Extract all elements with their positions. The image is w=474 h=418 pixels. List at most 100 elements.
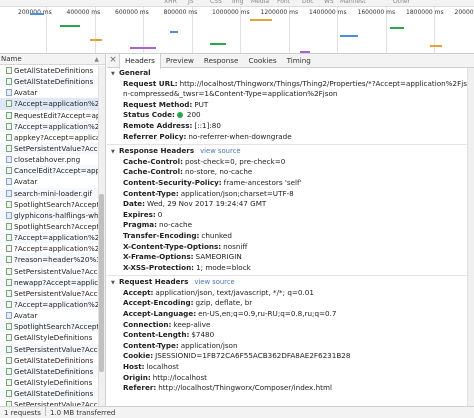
request-row[interactable]: CancelEdit?Accept=application: [0, 165, 105, 177]
network-overview-timeline[interactable]: 200000 ms400000 ms600000 ms800000 ms1000…: [0, 7, 474, 54]
timeline-request-bar: [130, 47, 156, 49]
request-row[interactable]: SpotlightSearch?Accept=application: [0, 221, 105, 232]
header-row: Remote Address: [::1]:80: [111, 121, 474, 132]
request-row[interactable]: SetPersistentValue?Accept=application: [0, 266, 105, 277]
header-value: http://localhost/Thingworx/Composer/inde…: [158, 383, 332, 393]
request-name: SetPersistentValue?Accept=application: [14, 266, 105, 276]
details-scrollbar[interactable]: [467, 68, 474, 406]
header-row: Referer: http://localhost/Thingworx/Compo…: [111, 383, 474, 394]
request-name: newapp?Accept=application: [14, 277, 105, 287]
header-value: localhost: [146, 362, 179, 372]
header-key: Remote Address:: [123, 120, 193, 130]
request-row[interactable]: Avatar: [0, 310, 105, 321]
request-row[interactable]: Avatar: [0, 176, 105, 187]
request-name: GetAllStateDefinitions: [14, 389, 94, 399]
timeline-tick-label: 600000 ms: [115, 9, 149, 16]
request-row[interactable]: ?Accept=application%2Fjson: [0, 98, 105, 110]
header-row: Accept-Language: en-US,en;q=0.9,ru-RU;q=0…: [111, 309, 474, 320]
request-row[interactable]: GetAllStateDefinitions: [0, 365, 105, 377]
request-row[interactable]: SetPersistentValue?Accept=application: [0, 343, 105, 355]
request-row[interactable]: search-mini-loader.gif: [0, 187, 105, 199]
header-key: Pragma:: [123, 220, 158, 230]
json-file-icon: [6, 390, 12, 398]
tab-preview[interactable]: Preview: [161, 54, 199, 67]
header-key: X-Frame-Options:: [123, 252, 194, 262]
header-row: Accept-Encoding: gzip, deflate, br: [111, 298, 474, 309]
image-file-icon: [6, 89, 12, 97]
request-row[interactable]: GetAllStyleDefinitions: [0, 332, 105, 343]
request-row[interactable]: glyphicons-halflings-white.png: [0, 209, 105, 221]
request-name: GetAllStateDefinitions: [14, 355, 94, 365]
header-key: Content-Type:: [123, 340, 179, 350]
request-list-scroll-thumb[interactable]: [99, 194, 104, 372]
general-section-header[interactable]: ▼ General: [111, 68, 474, 79]
request-row[interactable]: SetPersistentValue?Accept=application: [0, 399, 105, 406]
filter-doc[interactable]: Doc: [302, 0, 314, 5]
filter-js[interactable]: JS: [188, 0, 194, 5]
json-file-icon: [6, 367, 12, 375]
header-value: $7480: [191, 330, 215, 340]
json-file-icon: [6, 345, 12, 353]
request-name: ?Accept=application%2Fjson: [14, 244, 105, 254]
filter-media[interactable]: Media: [251, 0, 269, 5]
request-row[interactable]: Avatar: [0, 87, 105, 98]
request-row[interactable]: RequestEdit?Accept=application: [0, 110, 105, 121]
header-key: Date:: [123, 199, 146, 209]
request-view-source-link[interactable]: view source: [194, 278, 234, 286]
request-row[interactable]: GetAllStateDefinitions: [0, 76, 105, 88]
response-view-source-link[interactable]: view source: [200, 147, 240, 155]
tab-cookies[interactable]: Cookies: [243, 54, 281, 67]
filter-css[interactable]: CSS: [210, 0, 222, 5]
request-row[interactable]: SpotlightSearch?Accept=application: [0, 199, 105, 210]
request-row[interactable]: newapp?Accept=application: [0, 276, 105, 288]
header-row: Cookie: JSESSIONID=1FB72CA6F55ACB362DFA8A…: [111, 351, 474, 362]
sort-arrow-icon: ▲: [94, 56, 99, 63]
request-row[interactable]: ?reason=header%20%3A%2: [0, 254, 105, 266]
request-list-scrollbar[interactable]: [98, 66, 105, 406]
timeline-request-bar: [250, 19, 272, 21]
filter-manifest[interactable]: Manifest: [340, 0, 366, 5]
request-headers-section-header[interactable]: ▼ Request Headers view source: [111, 277, 474, 288]
header-row: X-XSS-Protection: 1; mode=block: [111, 263, 474, 274]
timeline-request-bar: [430, 45, 442, 47]
header-key: Referer:: [123, 383, 157, 393]
timeline-tick-label: 800000 ms: [163, 9, 198, 16]
request-name: Avatar: [14, 177, 38, 187]
header-value: chunked: [201, 230, 232, 240]
request-row[interactable]: ?Accept=application%2Fjson: [0, 243, 105, 254]
header-key: Content-Security-Policy:: [123, 177, 222, 187]
filter-ws[interactable]: WS: [324, 0, 334, 5]
request-row[interactable]: SetPersistentValue?Accept=application: [0, 288, 105, 299]
json-file-icon: [6, 100, 12, 108]
filter-other[interactable]: Other: [393, 0, 410, 5]
image-file-icon: [6, 156, 12, 164]
collapse-triangle-icon: ▼: [111, 71, 115, 77]
filter-xhr[interactable]: XHR: [164, 0, 177, 5]
header-key: Transfer-Encoding:: [123, 230, 200, 240]
request-row[interactable]: SetPersistentValue?Accept=application: [0, 142, 105, 155]
request-row[interactable]: ?Accept=application%2Fjson: [0, 120, 105, 132]
tab-headers[interactable]: Headers: [119, 54, 161, 69]
request-row[interactable]: GetAllStyleDefinitions: [0, 377, 105, 388]
request-row[interactable]: GetAllStateDefinitions: [0, 65, 105, 76]
header-key: Content-Length:: [123, 330, 190, 340]
request-row[interactable]: GetAllStateDefinitions: [0, 355, 105, 366]
name-column-header[interactable]: Name ▲: [0, 54, 105, 65]
tab-timing[interactable]: Timing: [282, 54, 316, 67]
request-row[interactable]: appkey?Accept=application%2Fjson: [0, 132, 105, 143]
filter-font[interactable]: Font: [277, 0, 290, 5]
filter-img[interactable]: Img: [232, 0, 243, 5]
json-file-icon: [6, 289, 12, 297]
request-name: glyphicons-halflings-white.png: [14, 210, 105, 220]
json-file-icon: [6, 200, 12, 208]
request-row[interactable]: ?Accept=application%2Fjson: [0, 232, 105, 244]
request-row[interactable]: closetabhover.png: [0, 154, 105, 165]
request-row[interactable]: SpotlightSearch?Accept=application: [0, 321, 105, 333]
response-headers-section-header[interactable]: ▼ Response Headers view source: [111, 146, 474, 157]
close-details-icon[interactable]: ×: [107, 54, 119, 67]
tab-response[interactable]: Response: [199, 54, 244, 67]
header-value: Wed, 29 Nov 2017 19:24:47 GMT: [147, 199, 267, 209]
request-name: SpotlightSearch?Accept=application: [14, 199, 105, 209]
request-row[interactable]: ?Accept=application%2Fjson: [0, 298, 105, 311]
request-row[interactable]: GetAllStateDefinitions: [0, 388, 105, 400]
